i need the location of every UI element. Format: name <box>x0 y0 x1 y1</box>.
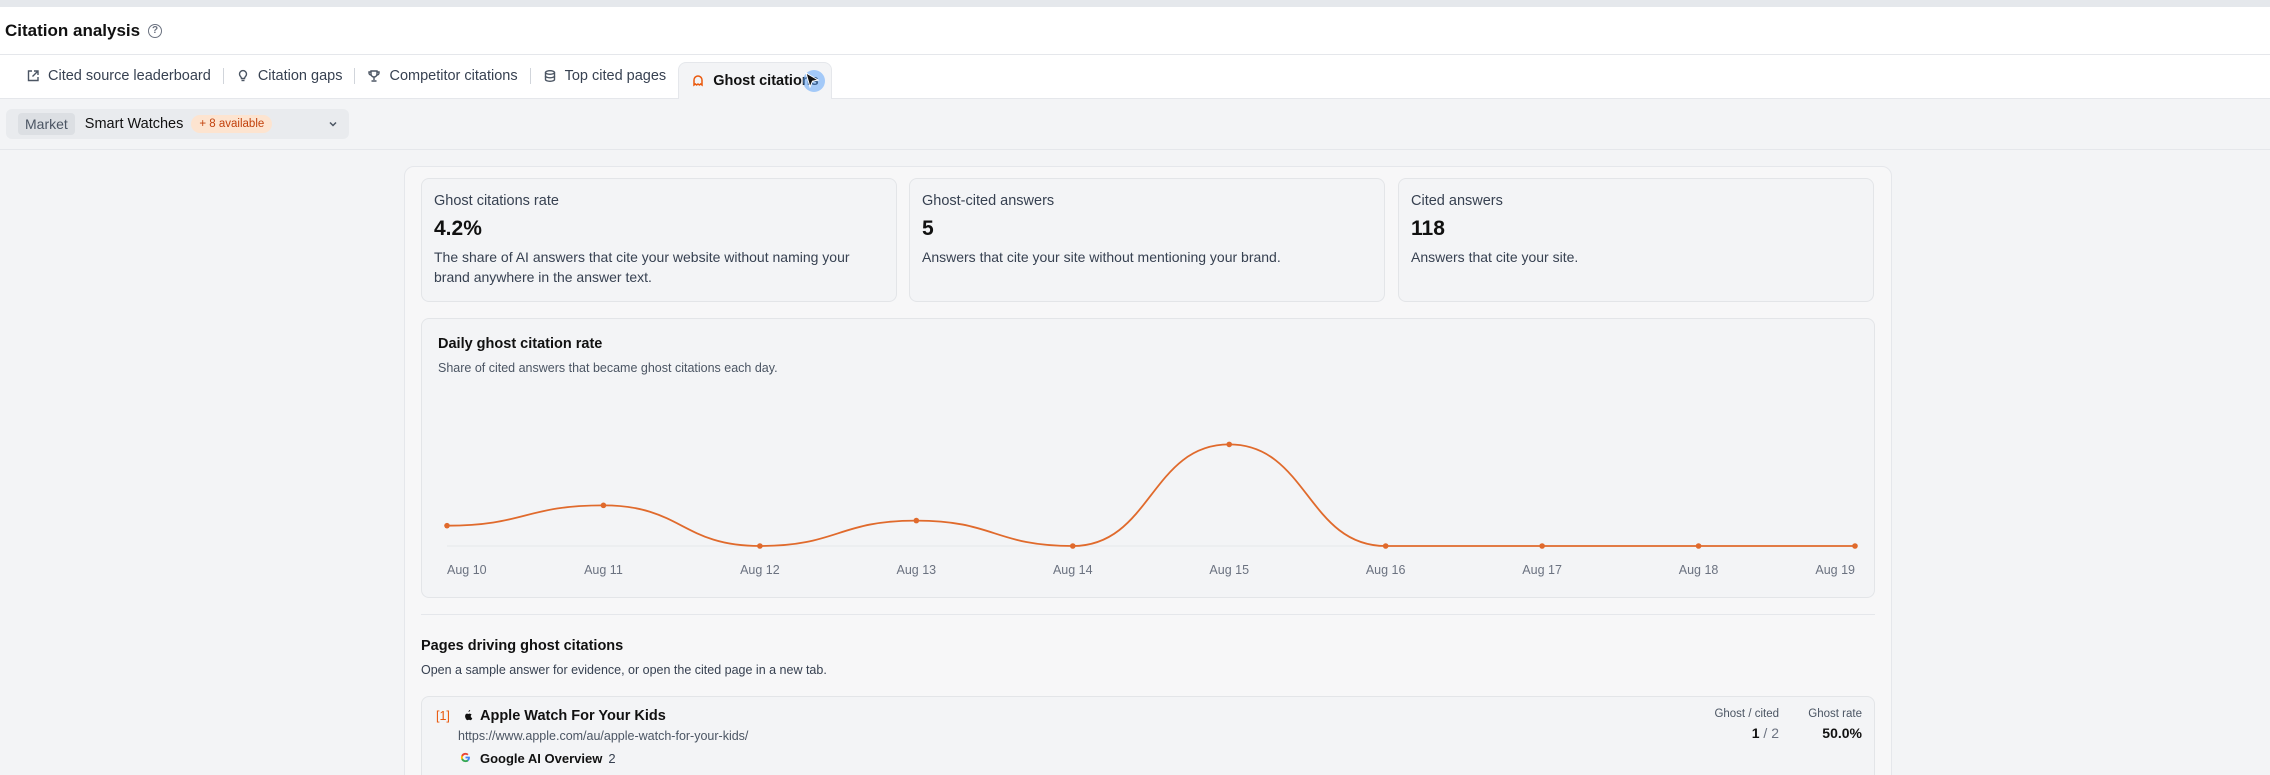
row-title-link[interactable]: Apple Watch For Your Kids <box>480 708 666 724</box>
market-label: Market <box>18 113 75 135</box>
tab-label: Competitor citations <box>389 68 518 84</box>
x-tick-label: Aug 10 <box>447 563 487 577</box>
external-link-icon <box>27 70 39 82</box>
metric-value: 5 <box>922 217 934 240</box>
lightbulb-icon <box>238 69 248 82</box>
tab-label: Citation gaps <box>257 68 343 84</box>
engine-name: Google AI Overview <box>480 751 603 766</box>
x-tick-label: Aug 15 <box>1209 563 1249 577</box>
tab-top-cited-pages[interactable]: Top cited pages <box>531 58 679 94</box>
metric-description: The share of AI answers that cite your w… <box>434 249 850 285</box>
metric-card-ghost-rate: Ghost citations rate 4.2% The share of A… <box>421 178 897 302</box>
apple-logo-icon <box>465 710 473 721</box>
x-tick-label: Aug 14 <box>1053 563 1093 577</box>
data-point[interactable] <box>444 522 450 529</box>
x-tick-label: Aug 19 <box>1815 563 1855 577</box>
question-circle-icon[interactable]: ? <box>148 23 163 38</box>
series-line <box>446 443 1855 547</box>
daily-ghost-rate-chart-card: Aug 10 Aug 11 Aug 12 Aug 13 Aug 14 Aug 15 Aug … <box>421 318 1875 598</box>
metric-card-cited-answers: Cited answers 118 Answers that cite your… <box>1398 178 1874 302</box>
ghost-separator: / <box>1763 725 1768 741</box>
market-select[interactable]: Market Smart Watches + 8 available <box>6 109 349 139</box>
pages-section-subtitle: Open a sample answer for evidence, or op… <box>421 663 827 677</box>
metric-description: Answers that cite your site without ment… <box>922 249 1281 265</box>
cited-count: 2 <box>1771 725 1779 741</box>
x-tick-label: Aug 13 <box>897 563 937 577</box>
page-row[interactable]: [1] Apple Watch For Your Kids https://ww… <box>421 696 1875 775</box>
data-point[interactable] <box>1539 543 1545 549</box>
x-tick-label: Aug 16 <box>1366 563 1406 577</box>
metric-card-ghost-cited-answers: Ghost-cited answers 5 Answers that cite … <box>909 178 1385 302</box>
page-header: Citation analysis ? <box>0 7 2270 55</box>
x-tick-label: Aug 12 <box>740 563 780 577</box>
section-divider <box>421 614 1875 615</box>
metric-label: Cited answers <box>1411 193 1503 209</box>
x-tick-label: Aug 17 <box>1522 563 1562 577</box>
metric-value: 4.2% <box>434 217 482 240</box>
data-point[interactable] <box>1382 543 1389 549</box>
ghost-bell-icon <box>693 75 703 87</box>
row-url[interactable]: https://www.apple.com/au/apple-watch-for… <box>458 729 748 743</box>
data-point[interactable] <box>913 517 920 524</box>
market-value: Smart Watches <box>84 116 184 132</box>
x-tick-label: Aug 18 <box>1679 563 1719 577</box>
filter-bar: Market Smart Watches + 8 available <box>0 99 2270 150</box>
tab-competitor-citations[interactable]: Competitor citations <box>355 58 529 94</box>
trophy-icon <box>368 70 381 82</box>
top-strip <box>0 0 2270 7</box>
tab-label: Cited source leaderboard <box>48 68 211 84</box>
data-point[interactable] <box>1695 543 1702 549</box>
data-point[interactable] <box>1852 543 1858 549</box>
ghost-cited-value: 1 / 2 <box>1752 725 1779 741</box>
tab-bar: Cited source leaderboard Citation gaps C… <box>0 55 2270 99</box>
x-tick-label: Aug 11 <box>584 563 623 577</box>
metric-label: Ghost citations rate <box>434 193 559 209</box>
cursor-arrow-icon <box>805 72 820 89</box>
data-point[interactable] <box>1226 441 1233 448</box>
row-index: [1] <box>436 709 450 723</box>
ghost-count: 1 <box>1751 725 1760 741</box>
metric-description: Answers that cite your site. <box>1411 249 1579 265</box>
engine-label[interactable]: Google AI Overview 2 <box>480 751 616 766</box>
data-point[interactable] <box>1069 543 1076 549</box>
google-logo-icon <box>460 752 470 763</box>
chart-subtitle: Share of cited answers that became ghost… <box>438 361 778 375</box>
metric-label: Ghost-cited answers <box>922 193 1055 209</box>
tab-label: Top cited pages <box>564 68 667 84</box>
chevron-down-icon <box>329 121 337 127</box>
tab-citation-gaps[interactable]: Citation gaps <box>224 58 355 94</box>
tab-cited-source-leaderboard[interactable]: Cited source leaderboard <box>14 58 223 94</box>
data-point[interactable] <box>600 502 607 509</box>
ghost-rate-header: Ghost rate <box>1808 708 1862 720</box>
metric-value: 118 <box>1411 217 1445 240</box>
page-title: Citation analysis <box>5 20 141 40</box>
ghost-rate-value: 50.0% <box>1822 725 1862 741</box>
pages-section-title: Pages driving ghost citations <box>421 638 624 654</box>
chart-title: Daily ghost citation rate <box>438 336 603 352</box>
available-badge: + 8 available <box>191 115 273 133</box>
ghost-cited-header: Ghost / cited <box>1714 708 1779 720</box>
mouse-cursor <box>803 70 825 92</box>
engine-count: 2 <box>608 751 616 766</box>
data-point[interactable] <box>757 543 763 549</box>
database-icon <box>544 70 555 83</box>
